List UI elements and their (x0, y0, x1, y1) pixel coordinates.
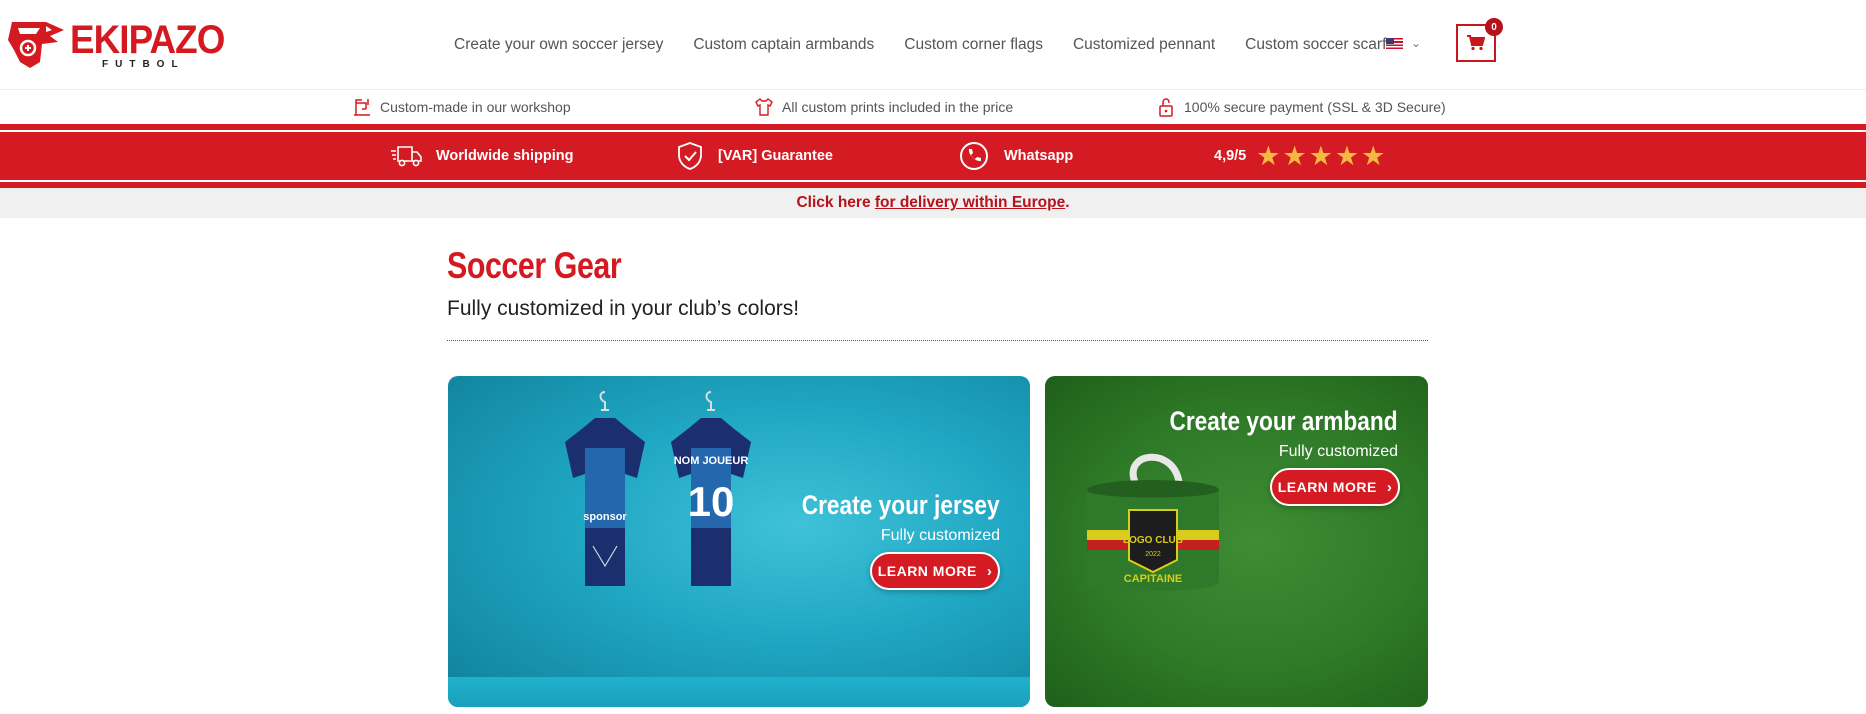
info-item-workshop: Custom-made in our workshop (352, 96, 571, 118)
delivery-notice: Click here for delivery within Europe. (0, 188, 1866, 218)
sewing-machine-icon (354, 99, 370, 116)
cart-count-badge: 0 (1485, 18, 1503, 36)
band-text: CAPITAINE (1124, 573, 1182, 585)
brand-logo[interactable]: EKIPAZO FUTBOL (6, 18, 225, 70)
cart-icon (1467, 35, 1485, 51)
rating: 4,9/5 ★ ★ ★ ★ ★ (1214, 142, 1385, 170)
star-icon: ★ (1308, 141, 1333, 171)
benefits-band: Worldwide shipping [VAR] Guarantee Whats… (0, 124, 1866, 188)
whatsapp-icon (960, 142, 988, 170)
nav-item-scarf[interactable]: Custom soccer scarf (1245, 33, 1386, 57)
armband-learn-more-button[interactable]: LEARN MORE › (1270, 468, 1400, 506)
info-item-secure: 100% secure payment (SSL & 3D Secure) (1156, 96, 1446, 118)
europe-delivery-link[interactable]: for delivery within Europe (875, 194, 1065, 211)
truck-icon (391, 146, 422, 167)
info-strip: Custom-made in our workshop All custom p… (0, 90, 1866, 124)
notice-suffix: . (1065, 194, 1070, 211)
chevron-right-icon: › (1386, 478, 1393, 496)
band-text-guarantee: [VAR] Guarantee (718, 148, 833, 164)
language-selector[interactable]: ⌄ (1386, 36, 1421, 50)
chevron-right-icon: › (986, 562, 993, 580)
jersey-learn-more-button[interactable]: LEARN MORE › (870, 552, 1000, 590)
info-item-prints: All custom prints included in the price (754, 96, 1013, 118)
site-header: EKIPAZO FUTBOL Create your own soccer je… (0, 0, 1866, 90)
info-text-workshop: Custom-made in our workshop (380, 99, 571, 115)
armband-card[interactable]: LOGO CLUB 2022 CAPITAINE Create your arm… (1045, 376, 1428, 707)
armband-card-subtitle: Fully customized (1278, 443, 1398, 460)
card-floor (448, 677, 1030, 707)
armband-card-title: Create your armband (1169, 406, 1398, 436)
page-title: Soccer Gear (447, 245, 622, 286)
brand-tagline: FUTBOL (102, 59, 185, 70)
jerseys-image: sponsor NOM JOUEUR 10 (565, 391, 751, 586)
sponsor-text: sponsor (583, 511, 627, 523)
band-item-whatsapp[interactable]: Whatsapp (958, 142, 1073, 170)
rating-score: 4,9/5 (1214, 148, 1247, 164)
us-flag-icon (1386, 37, 1403, 49)
title-divider (447, 340, 1428, 341)
star-icon: ★ (1256, 141, 1281, 171)
armband-image: LOGO CLUB 2022 CAPITAINE (1087, 453, 1219, 591)
band-text-whatsapp: Whatsapp (1004, 148, 1074, 164)
rating-stars: ★ ★ ★ ★ ★ (1256, 142, 1385, 170)
nav-item-corner-flags[interactable]: Custom corner flags (904, 33, 1043, 57)
eagle-logo-icon (8, 22, 64, 68)
chevron-down-icon: ⌄ (1411, 36, 1422, 50)
nav-item-jersey[interactable]: Create your own soccer jersey (454, 33, 663, 57)
lock-icon (1159, 98, 1173, 117)
info-text-prints: All custom prints included in the price (782, 99, 1014, 115)
star-icon: ★ (1282, 141, 1307, 171)
jersey-name-text: NOM JOUEUR (674, 455, 749, 467)
star-icon: ★ (1361, 141, 1386, 171)
nav-item-armbands[interactable]: Custom captain armbands (693, 33, 874, 57)
jersey-card[interactable]: sponsor NOM JOUEUR 10 Create your jersey… (448, 376, 1030, 707)
jersey-card-subtitle: Fully customized (880, 527, 1000, 544)
band-text-shipping: Worldwide shipping (436, 148, 574, 164)
cart-button[interactable]: 0 (1456, 18, 1503, 62)
notice-prefix: Click here (796, 194, 875, 211)
page-subtitle: Fully customized in your club’s colors! (447, 297, 800, 320)
button-label: LEARN MORE (1277, 479, 1377, 495)
band-item-guarantee: [VAR] Guarantee (676, 142, 833, 170)
brand-name: EKIPAZO (70, 18, 225, 62)
star-icon: ★ (1334, 141, 1360, 171)
band-item-shipping: Worldwide shipping (390, 142, 573, 170)
nav-item-pennant[interactable]: Customized pennant (1073, 33, 1215, 57)
main-nav: Create your own soccer jersey Custom cap… (454, 33, 1416, 57)
jersey-card-title: Create your jersey (802, 490, 1000, 520)
tshirt-icon (755, 98, 773, 116)
badge-text: LOGO CLUB (1123, 535, 1183, 546)
shield-check-icon (678, 142, 702, 170)
jersey-number-text: 10 (688, 478, 735, 525)
info-text-secure: 100% secure payment (SSL & 3D Secure) (1184, 99, 1446, 115)
badge-year: 2022 (1145, 551, 1161, 558)
button-label: LEARN MORE (877, 563, 977, 579)
